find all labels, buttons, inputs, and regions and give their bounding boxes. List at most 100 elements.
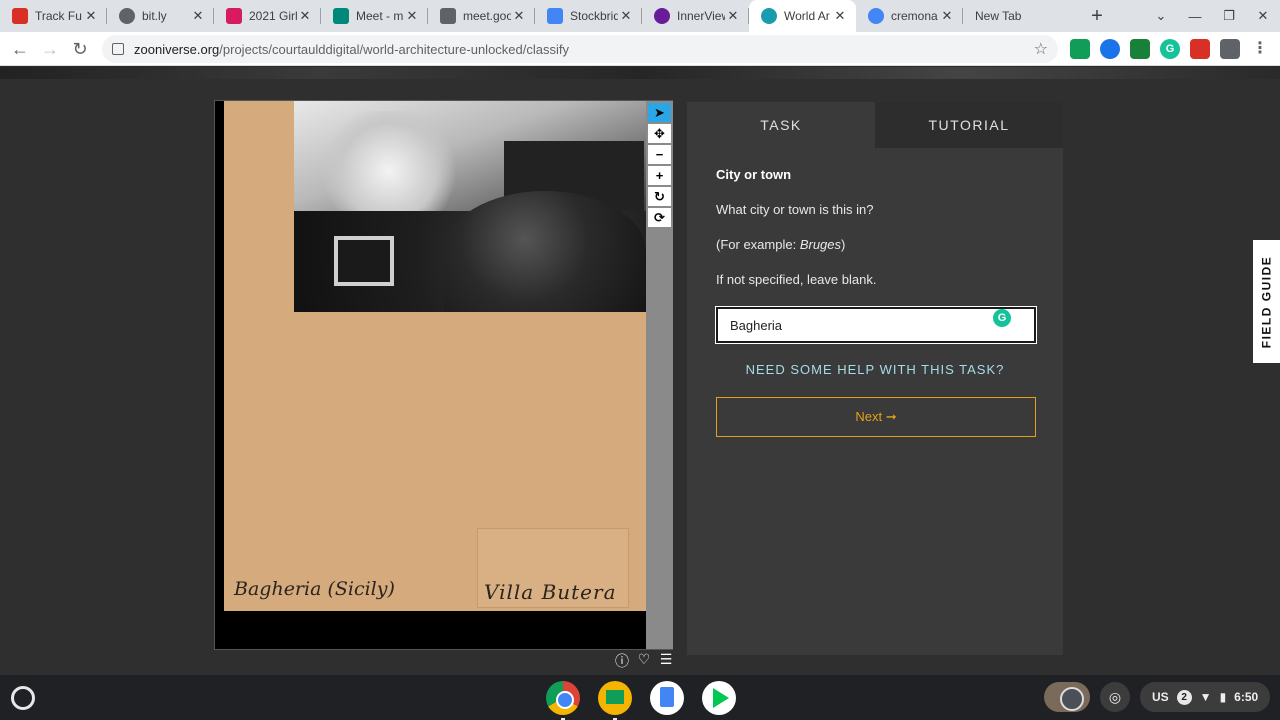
tab-title: New Tab — [975, 9, 1022, 23]
subject-image[interactable]: Bagheria (Sicily) Villa Butera — [224, 101, 646, 611]
innerview-favicon-icon — [654, 8, 670, 24]
task-question: What city or town is this in? — [716, 202, 874, 217]
task-body: City or town What city or town is this i… — [687, 148, 1063, 437]
move-icon[interactable]: ✥ — [648, 124, 671, 143]
classroom-app-icon[interactable] — [598, 681, 632, 720]
docs-app-icon[interactable] — [650, 681, 684, 715]
browser-tab[interactable]: Track Fu ✕ — [0, 0, 107, 32]
grammarly-extension-icon[interactable]: G — [1160, 39, 1180, 59]
menu-kebab-icon[interactable]: ⋮ — [1250, 39, 1270, 59]
close-tab-icon[interactable]: ✕ — [190, 8, 206, 24]
forward-arrow-icon[interactable]: → — [35, 34, 65, 64]
camera-favicon-icon — [440, 8, 456, 24]
next-button[interactable]: Next ➞ — [716, 397, 1036, 437]
reset-icon[interactable]: ⟳ — [648, 208, 671, 227]
grammarly-icon[interactable]: G — [993, 309, 1011, 327]
extensions-bar: G ⋮ — [1070, 39, 1270, 59]
close-window-icon[interactable]: ✕ — [1246, 8, 1280, 24]
address-bar[interactable]: zooniverse.org/projects/courtaulddigital… — [102, 35, 1058, 63]
browser-tab[interactable]: New Tab — [963, 0, 1083, 32]
browser-tab[interactable]: 2021 Girl ✕ — [214, 0, 321, 32]
status-tray: ◎ US 2 ▼ ▮ 6:50 — [1044, 682, 1271, 712]
tab-title: World Ar — [784, 9, 830, 23]
example-value: Bruges — [799, 237, 842, 252]
close-tab-icon[interactable]: ✕ — [83, 8, 99, 24]
input-method-label: US — [1152, 690, 1169, 704]
launcher-circle-icon[interactable] — [11, 686, 35, 710]
announce-extension-icon[interactable] — [1190, 39, 1210, 59]
field-guide-tab[interactable]: FIELD GUIDE — [1253, 240, 1280, 363]
tab-title: bit.ly — [142, 9, 167, 23]
zooniverse-favicon-icon — [761, 8, 777, 24]
photo-window — [334, 236, 394, 286]
url-path: /projects/courtaulddigital/world-archite… — [219, 41, 569, 57]
architecture-photo — [294, 101, 646, 312]
battery-icon: ▮ — [1219, 690, 1227, 704]
tab-search-icon[interactable]: ⌄ — [1144, 8, 1178, 24]
task-title: City or town — [716, 167, 792, 182]
close-tab-icon[interactable]: ✕ — [832, 8, 848, 24]
info-icon[interactable]: ⓘ — [614, 651, 630, 671]
edge-extension-icon[interactable] — [1100, 39, 1120, 59]
notification-count-badge: 2 — [1176, 689, 1192, 705]
classroom-extension-icon[interactable] — [1070, 39, 1090, 59]
cast-extension-icon[interactable] — [1130, 39, 1150, 59]
rotate-icon[interactable]: ↻ — [648, 187, 671, 206]
gmail-favicon-icon — [12, 8, 28, 24]
need-help-link[interactable]: NEED SOME HELP WITH THIS TASK? — [716, 362, 1034, 377]
minimize-icon[interactable]: — — [1178, 9, 1212, 24]
close-tab-icon[interactable]: ✕ — [404, 8, 420, 24]
task-panel: TASK TUTORIAL City or town What city or … — [687, 102, 1063, 655]
browser-tab[interactable]: Stockbrid ✕ — [535, 0, 642, 32]
browser-tab[interactable]: meet.goo ✕ — [428, 0, 535, 32]
pointer-icon[interactable]: ➤ — [648, 103, 671, 122]
bookmark-star-icon[interactable]: ☆ — [1034, 39, 1048, 59]
holding-space-icon[interactable] — [1044, 682, 1090, 712]
close-tab-icon[interactable]: ✕ — [725, 8, 741, 24]
task-tabs: TASK TUTORIAL — [687, 102, 1063, 148]
city-answer-input[interactable] — [715, 306, 1037, 344]
photo-shrubs-2 — [444, 191, 646, 312]
favorite-heart-icon[interactable]: ♡ — [636, 651, 652, 671]
browser-tab-active[interactable]: World Ar ✕ — [749, 0, 856, 32]
example-prefix: (For example: — [716, 237, 800, 252]
collections-list-icon[interactable]: ☰ — [658, 651, 674, 671]
subject-meta-tools: ⓘ ♡ ☰ — [614, 651, 674, 671]
task-example: (For example: Bruges) — [716, 237, 1034, 272]
tab-tutorial[interactable]: TUTORIAL — [875, 102, 1063, 148]
site-info-icon[interactable] — [112, 43, 124, 55]
puzzle-extensions-icon[interactable] — [1220, 39, 1240, 59]
reload-icon[interactable]: ↻ — [65, 34, 95, 64]
clock: 6:50 — [1234, 690, 1259, 704]
play-store-app-icon[interactable] — [702, 681, 736, 715]
browser-tab[interactable]: InnerView ✕ — [642, 0, 749, 32]
restore-icon[interactable]: ❐ — [1212, 8, 1246, 24]
select-to-speak-icon[interactable]: ◎ — [1100, 682, 1130, 712]
tab-title: 2021 Girl — [249, 9, 297, 23]
browser-tab[interactable]: bit.ly ✕ — [107, 0, 214, 32]
close-tab-icon[interactable]: ✕ — [297, 8, 313, 24]
tab-title: Track Fu — [35, 9, 82, 23]
chrome-app-icon[interactable] — [546, 681, 580, 720]
browser-tab[interactable]: cremona ✕ — [856, 0, 963, 32]
wifi-icon: ▼ — [1199, 690, 1212, 704]
window-controls: ⌄ — ❐ ✕ — [1144, 0, 1280, 32]
back-arrow-icon[interactable]: ← — [5, 34, 35, 64]
close-tab-icon[interactable]: ✕ — [939, 8, 955, 24]
google-favicon-icon — [868, 8, 884, 24]
tab-title: InnerView — [677, 9, 725, 23]
globe-favicon-icon — [119, 8, 135, 24]
new-tab-plus-icon[interactable]: + — [1086, 5, 1108, 27]
tab-task[interactable]: TASK — [687, 102, 875, 148]
zoom-out-icon[interactable]: − — [648, 145, 671, 164]
zoom-in-icon[interactable]: + — [648, 166, 671, 185]
close-tab-icon[interactable]: ✕ — [618, 8, 634, 24]
answer-input-wrapper: G — [715, 306, 1037, 344]
status-area[interactable]: US 2 ▼ ▮ 6:50 — [1140, 682, 1271, 712]
tab-title: cremona — [891, 9, 938, 23]
field-guide-label: FIELD GUIDE — [1259, 255, 1274, 348]
browser-tab[interactable]: Meet - m ✕ — [321, 0, 428, 32]
handwritten-caption-building: Villa Butera — [484, 580, 617, 604]
subject-viewer[interactable]: Bagheria (Sicily) Villa Butera ➤ ✥ − + ↻… — [214, 100, 673, 650]
close-tab-icon[interactable]: ✕ — [511, 8, 527, 24]
